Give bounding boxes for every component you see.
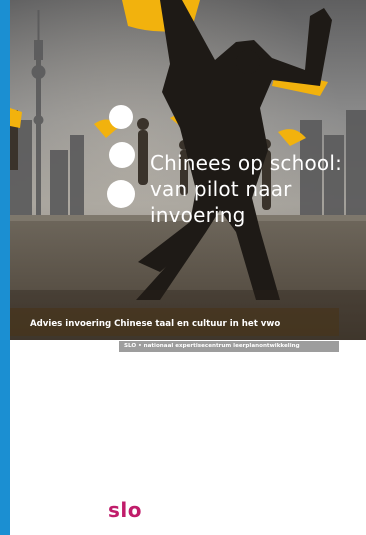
cover-title-line-2: van pilot naar (150, 177, 292, 201)
cover-subtitle: Advies invoering Chinese taal en cultuur… (30, 319, 281, 329)
blue-side-bar (0, 0, 10, 535)
publisher-line: SLO • nationaal expertisecentrum leerpla… (124, 343, 300, 349)
decorative-dot-2 (109, 142, 135, 168)
cover-title-line-1: Chinees op school: (150, 151, 343, 175)
cover-title-line-3: invoering (150, 203, 246, 227)
decorative-dot-1 (109, 105, 133, 129)
cover-title: Chinees op school: van pilot naar invoer… (150, 150, 350, 228)
cover-page: Chinees op school: van pilot naar invoer… (0, 0, 366, 535)
decorative-dot-3 (107, 180, 135, 208)
slo-logo: slo (108, 498, 142, 522)
